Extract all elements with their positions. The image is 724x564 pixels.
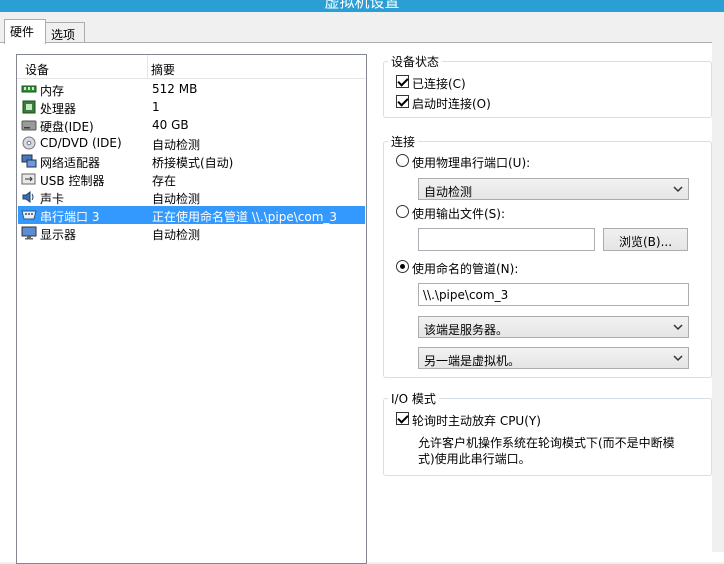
device-row-cd-dvd[interactable]: CD/DVD (IDE) 自动检测 bbox=[18, 134, 365, 152]
physical-port-select[interactable]: 自动检测 bbox=[418, 178, 689, 200]
device-name: 声卡 bbox=[40, 192, 65, 206]
chevron-down-icon bbox=[673, 355, 683, 362]
device-name: 网络适配器 bbox=[40, 156, 101, 170]
chevron-down-icon bbox=[673, 186, 683, 193]
device-summary: 自动检测 bbox=[152, 228, 201, 242]
io-mode-description-line-1: 允许客户机操作系统在轮询模式下(而不是中断模 bbox=[418, 436, 675, 450]
device-name: CD/DVD (IDE) bbox=[40, 136, 122, 150]
tab-options[interactable]: 选项 bbox=[45, 22, 85, 43]
serial-port-icon bbox=[21, 210, 37, 220]
cd-dvd-icon bbox=[22, 136, 36, 150]
yield-cpu-checkbox[interactable] bbox=[396, 412, 409, 425]
device-name: 处理器 bbox=[40, 102, 77, 116]
window-title: 虚拟机设置 bbox=[324, 0, 400, 11]
other-end-select[interactable]: 另一端是虚拟机。 bbox=[418, 347, 689, 369]
display-icon bbox=[21, 226, 37, 240]
device-row-hard-disk[interactable]: 硬盘(IDE) 40 GB bbox=[18, 116, 365, 134]
hard-disk-icon bbox=[21, 120, 37, 131]
network-adapter-icon bbox=[21, 154, 37, 168]
column-separator[interactable] bbox=[147, 55, 148, 78]
device-summary: 512 MB bbox=[152, 82, 198, 96]
named-pipe-input[interactable]: \\.\pipe\com_3 bbox=[418, 283, 689, 306]
device-row-display[interactable]: 显示器 自动检测 bbox=[18, 224, 365, 242]
physical-port-radio[interactable] bbox=[396, 154, 409, 167]
yield-cpu-label[interactable]: 轮询时主动放弃 CPU(Y) bbox=[412, 412, 541, 429]
device-summary: 正在使用命名管道 \\.\pipe\com_3 bbox=[152, 210, 338, 224]
device-summary: 40 GB bbox=[152, 118, 189, 132]
device-name: 内存 bbox=[40, 84, 65, 98]
connected-checkbox[interactable] bbox=[396, 75, 409, 88]
connect-at-power-on-label[interactable]: 启动时连接(O) bbox=[412, 95, 491, 112]
window-edge bbox=[712, 42, 724, 552]
this-end-select-value: 该端是服务器。 bbox=[424, 323, 509, 337]
io-mode-title: I/O 模式 bbox=[388, 390, 439, 407]
named-pipe-radio[interactable] bbox=[396, 260, 409, 273]
connect-at-power-on-checkbox[interactable] bbox=[396, 95, 409, 108]
device-summary: 1 bbox=[152, 100, 160, 114]
memory-icon bbox=[21, 85, 37, 93]
device-row-sound-card[interactable]: 声卡 自动检测 bbox=[18, 188, 365, 206]
tab-row: 硬件 选项 bbox=[0, 19, 724, 44]
device-list-header: 设备 摘要 bbox=[17, 55, 366, 79]
device-row-network-adapter[interactable]: 网络适配器 桥接模式(自动) bbox=[18, 152, 365, 170]
processor-icon bbox=[22, 100, 36, 114]
device-summary: 自动检测 bbox=[152, 192, 201, 206]
sound-card-icon bbox=[22, 191, 34, 203]
this-end-select[interactable]: 该端是服务器。 bbox=[418, 316, 689, 338]
device-row-usb[interactable]: USB 控制器 存在 bbox=[18, 170, 365, 188]
connected-label[interactable]: 已连接(C) bbox=[412, 75, 466, 92]
usb-icon bbox=[21, 173, 36, 185]
named-pipe-label[interactable]: 使用命名的管道(N): bbox=[412, 260, 518, 277]
device-status-title: 设备状态 bbox=[388, 53, 443, 70]
named-pipe-value: \\.\pipe\com_3 bbox=[423, 288, 509, 302]
output-file-label[interactable]: 使用输出文件(S): bbox=[412, 205, 505, 222]
device-list[interactable]: 设备 摘要 内存 512 MB 处理器 1 硬盘(IDE) 40 GB CD/D… bbox=[16, 54, 367, 564]
device-row-processor[interactable]: 处理器 1 bbox=[18, 98, 365, 116]
other-end-select-value: 另一端是虚拟机。 bbox=[424, 354, 521, 368]
column-header-summary[interactable]: 摘要 bbox=[151, 61, 175, 78]
device-name: 显示器 bbox=[40, 228, 77, 242]
output-file-radio[interactable] bbox=[396, 205, 409, 218]
physical-port-label[interactable]: 使用物理串行端口(U): bbox=[412, 154, 530, 171]
device-name: 硬盘(IDE) bbox=[40, 120, 94, 134]
device-row-serial-port[interactable]: 串行端口 3 正在使用命名管道 \\.\pipe\com_3 bbox=[18, 206, 365, 224]
device-summary: 存在 bbox=[152, 174, 177, 188]
title-bar: 虚拟机设置 bbox=[0, 0, 724, 12]
browse-button[interactable]: 浏览(B)... bbox=[603, 228, 688, 251]
device-summary: 自动检测 bbox=[152, 138, 201, 152]
column-header-device[interactable]: 设备 bbox=[25, 61, 49, 78]
io-mode-description-line-2: 式)使用此串行端口。 bbox=[418, 452, 531, 466]
chevron-down-icon bbox=[673, 324, 683, 331]
physical-port-select-value: 自动检测 bbox=[424, 185, 473, 199]
connection-title: 连接 bbox=[388, 133, 419, 150]
device-name: 串行端口 3 bbox=[40, 210, 100, 224]
device-summary: 桥接模式(自动) bbox=[152, 156, 234, 170]
output-file-path-input[interactable] bbox=[418, 228, 595, 251]
tab-hardware[interactable]: 硬件 bbox=[4, 19, 46, 44]
device-row-memory[interactable]: 内存 512 MB bbox=[18, 80, 365, 98]
device-name: USB 控制器 bbox=[40, 174, 105, 188]
